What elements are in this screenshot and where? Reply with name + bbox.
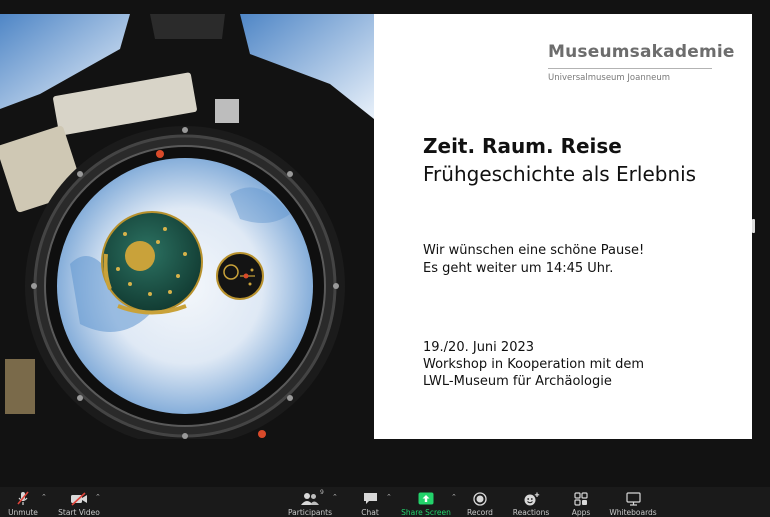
brand-title: Museumsakademie: [548, 42, 735, 62]
chat-options-chevron-icon[interactable]: ⌃: [386, 493, 392, 501]
share-options-chevron-icon[interactable]: ⌃: [451, 493, 457, 501]
slide-subtitle: Frühgeschichte als Erlebnis: [423, 162, 697, 186]
smile-plus-icon: [523, 490, 540, 507]
people-icon: [301, 490, 319, 507]
whiteboards-label: Whiteboards: [609, 508, 657, 517]
participants-count: 9: [320, 489, 324, 496]
audio-options-chevron-icon[interactable]: ⌃: [41, 493, 47, 501]
share-arrow-icon: [418, 490, 434, 507]
share-screen-button[interactable]: Share Screen: [400, 487, 452, 517]
share-resize-handle[interactable]: [752, 219, 755, 233]
meeting-toolbar: Unmute ⌃ Start Video ⌃ Participants 9 ⌃: [0, 487, 770, 517]
slide-text-pane: Museumsakademie Universalmuseum Joanneum…: [374, 14, 752, 439]
record-label: Record: [467, 508, 493, 517]
chat-button[interactable]: Chat: [356, 487, 384, 517]
muted-microphone-icon: [16, 490, 30, 507]
start-video-label: Start Video: [58, 508, 100, 517]
reactions-label: Reactions: [512, 508, 550, 517]
apps-button[interactable]: Apps: [568, 487, 594, 517]
pause-message-line-1: Wir wünschen eine schöne Pause!: [423, 243, 645, 258]
chat-bubble-icon: [363, 490, 378, 507]
workshop-line-1: Workshop in Kooperation mit dem: [423, 357, 645, 372]
event-date: 19./20. Juni 2023: [423, 340, 535, 355]
museum-brand: Museumsakademie Universalmuseum Joanneum: [548, 42, 735, 83]
share-screen-label: Share Screen: [401, 508, 451, 517]
participants-options-chevron-icon[interactable]: ⌃: [332, 493, 338, 501]
brand-divider: [548, 68, 712, 69]
cupola-nebra-disc-image: [0, 14, 374, 439]
apps-label: Apps: [571, 508, 591, 517]
workshop-line-2: LWL-Museum für Archäologie: [423, 374, 612, 389]
presentation-slide: Museumsakademie Universalmuseum Joanneum…: [0, 14, 752, 439]
participants-label: Participants: [287, 508, 333, 517]
whiteboard-icon: [625, 490, 641, 507]
record-icon: [473, 490, 487, 507]
video-off-icon: [70, 490, 88, 507]
whiteboards-button[interactable]: Whiteboards: [608, 487, 658, 517]
brand-subtitle: Universalmuseum Joanneum: [548, 73, 671, 83]
apps-icon: [574, 490, 588, 507]
slide-photo-cupola-window: [0, 14, 374, 439]
participants-button[interactable]: Participants: [287, 487, 333, 517]
video-options-chevron-icon[interactable]: ⌃: [95, 493, 101, 501]
pause-message-line-2: Es geht weiter um 14:45 Uhr.: [423, 261, 614, 276]
start-video-button[interactable]: Start Video: [56, 487, 102, 517]
shared-screen-area: Museumsakademie Universalmuseum Joanneum…: [0, 0, 770, 487]
record-button[interactable]: Record: [464, 487, 496, 517]
reactions-button[interactable]: Reactions: [512, 487, 550, 517]
chat-label: Chat: [361, 508, 379, 517]
unmute-label: Unmute: [8, 508, 38, 517]
unmute-button[interactable]: Unmute: [6, 487, 40, 517]
slide-title: Zeit. Raum. Reise: [423, 134, 622, 158]
